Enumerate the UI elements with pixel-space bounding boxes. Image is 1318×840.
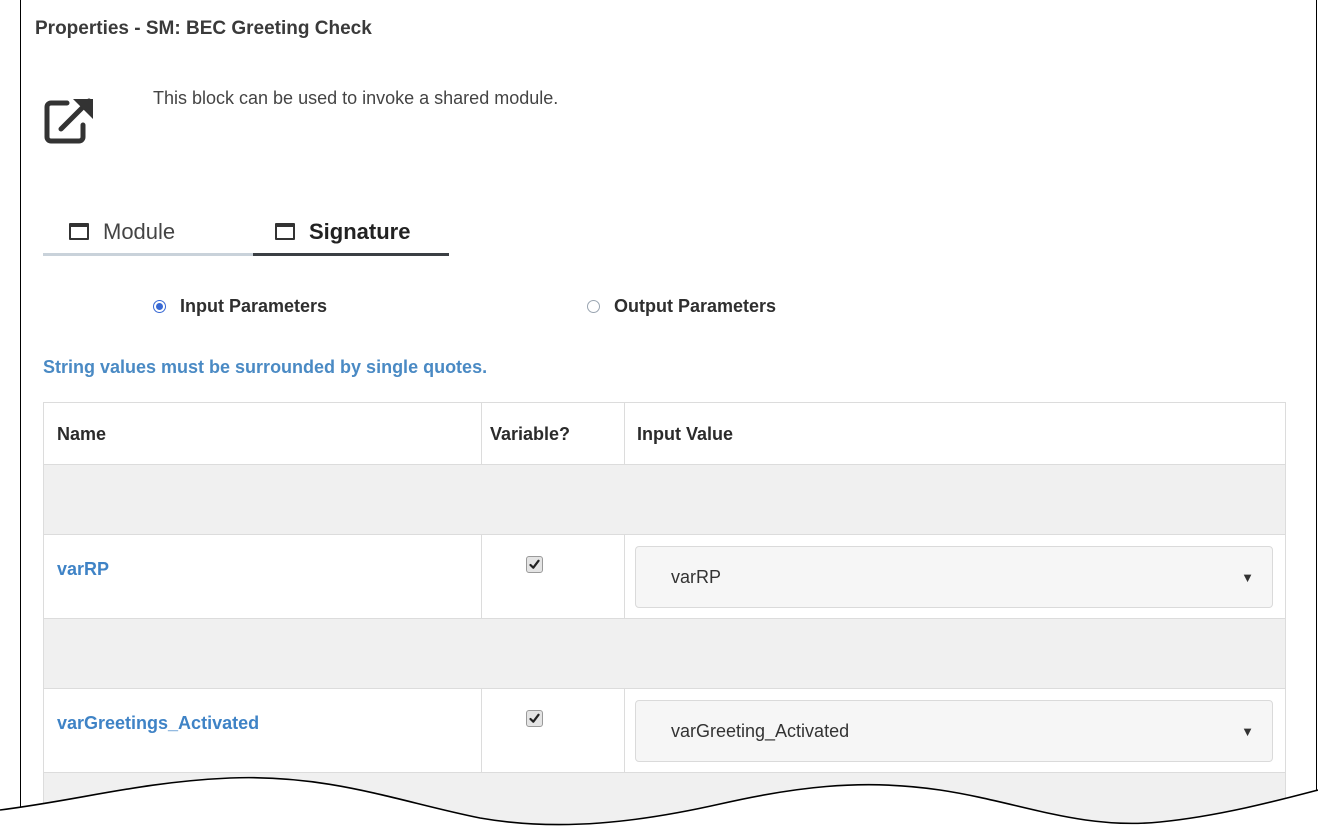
tab-bar: Module Signature — [43, 210, 449, 258]
tab-module[interactable]: Module — [43, 210, 253, 256]
block-description: This block can be used to invoke a share… — [153, 88, 559, 108]
variable-checkbox[interactable] — [526, 556, 543, 573]
selected-value: varRP — [671, 567, 722, 587]
properties-panel: Properties - SM: BEC Greeting Check This… — [20, 0, 1317, 840]
variable-header-cell: Variable? — [482, 403, 625, 464]
string-quotes-note: String values must be surrounded by sing… — [43, 357, 488, 377]
window-icon — [69, 223, 89, 240]
input-value-header-cell: Input Value — [625, 403, 1285, 464]
tab-signature[interactable]: Signature — [253, 210, 449, 256]
input-value-header: Input Value — [637, 424, 734, 444]
table-header-row: Name Variable? Input Value — [44, 403, 1285, 465]
table-spacer-row — [44, 465, 1285, 535]
parameter-name: varRP — [57, 559, 110, 579]
input-value-select[interactable]: varRP ▼ — [635, 546, 1273, 608]
radio-selected-icon — [153, 300, 166, 313]
external-link-icon — [44, 98, 93, 144]
variable-cell — [482, 535, 625, 618]
caret-down-icon: ▼ — [1241, 570, 1254, 585]
caret-down-icon: ▼ — [1241, 724, 1254, 739]
selected-value: varGreeting_Activated — [671, 721, 850, 741]
tab-module-label: Module — [103, 218, 176, 244]
output-parameters-radio[interactable]: Output Parameters — [587, 296, 776, 317]
table-spacer-row — [44, 619, 1285, 689]
name-header: Name — [57, 424, 107, 444]
output-parameters-label: Output Parameters — [614, 296, 777, 316]
input-parameters-label: Input Parameters — [180, 296, 328, 316]
input-parameters-radio[interactable]: Input Parameters — [153, 296, 327, 317]
value-cell: varRP ▼ — [625, 535, 1285, 618]
radio-unselected-icon — [587, 300, 600, 313]
window-icon — [275, 223, 295, 240]
parameter-mode-group: Input Parameters Output Parameters — [21, 296, 1316, 326]
input-value-select[interactable]: varGreeting_Activated ▼ — [635, 700, 1273, 762]
name-cell: varRP — [44, 535, 482, 618]
checkmark-icon — [529, 559, 540, 569]
variable-checkbox[interactable] — [526, 710, 543, 727]
parameter-name: varGreetings_Activated — [57, 713, 260, 733]
variable-header: Variable? — [490, 424, 571, 444]
checkmark-icon — [529, 713, 540, 723]
name-header-cell: Name — [44, 403, 482, 464]
panel-title: Properties - SM: BEC Greeting Check — [35, 18, 372, 39]
table-row: varRP varRP ▼ — [44, 535, 1285, 619]
torn-edge — [0, 776, 1318, 840]
tab-signature-label: Signature — [309, 218, 411, 244]
